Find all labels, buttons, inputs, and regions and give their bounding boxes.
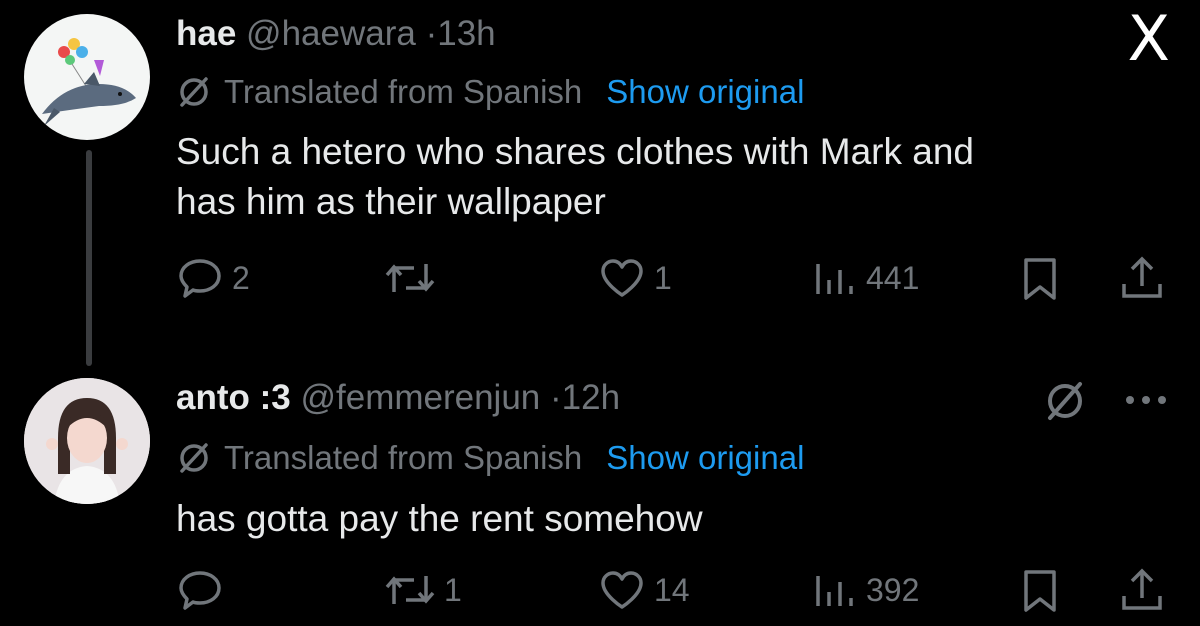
tweet-text: has gotta pay the rent somehow xyxy=(176,494,1156,544)
more-icon[interactable] xyxy=(1122,392,1172,413)
reply-icon xyxy=(178,256,224,300)
timestamp[interactable]: 12h xyxy=(562,378,620,417)
views-count: 392 xyxy=(866,571,920,608)
repost-icon xyxy=(384,256,436,300)
reply-button[interactable] xyxy=(178,568,232,612)
tweet-header: hae @haewara ·13h xyxy=(176,14,496,54)
display-name[interactable]: anto :3 xyxy=(176,378,291,417)
display-name[interactable]: hae xyxy=(176,14,236,53)
tweet-text-line: has gotta pay the rent somehow xyxy=(176,498,703,539)
translate-icon xyxy=(176,74,224,110)
timestamp[interactable]: 13h xyxy=(437,14,495,53)
separator-dot: · xyxy=(425,14,438,53)
views-button[interactable]: 441 xyxy=(812,256,919,300)
bookmark-button[interactable] xyxy=(1020,256,1060,302)
repost-icon xyxy=(384,568,436,612)
repost-button[interactable]: 1 xyxy=(384,568,462,612)
views-count: 441 xyxy=(866,259,920,296)
share-icon xyxy=(1118,566,1166,614)
reply-count: 2 xyxy=(232,259,250,296)
repost-count: 1 xyxy=(444,571,462,608)
avatar[interactable] xyxy=(24,378,150,504)
reply-icon xyxy=(178,568,224,612)
separator-dot: · xyxy=(550,378,562,417)
tweet-text-line: has him as their wallpaper xyxy=(176,181,606,222)
translated-label: Translated from Spanish xyxy=(224,73,583,110)
x-logo-icon[interactable]: X xyxy=(1128,8,1170,70)
views-icon xyxy=(812,568,858,612)
like-count: 14 xyxy=(654,571,690,608)
translated-label: Translated from Spanish xyxy=(224,439,583,476)
handle[interactable]: @femmerenjun xyxy=(300,378,540,417)
bookmark-icon xyxy=(1020,568,1060,614)
like-button[interactable]: 1 xyxy=(598,256,672,300)
tweet-text-line: Such a hetero who shares clothes with Ma… xyxy=(176,131,974,172)
like-button[interactable]: 14 xyxy=(598,568,690,612)
like-icon xyxy=(598,568,646,612)
avatar[interactable] xyxy=(24,14,150,140)
handle[interactable]: @haewara xyxy=(246,14,416,53)
share-button[interactable] xyxy=(1118,254,1166,302)
translate-toggle-icon[interactable] xyxy=(1042,378,1088,429)
share-icon xyxy=(1118,254,1166,302)
show-original-link[interactable]: Show original xyxy=(606,438,804,478)
bookmark-icon xyxy=(1020,256,1060,302)
bookmark-button[interactable] xyxy=(1020,568,1060,614)
like-count: 1 xyxy=(654,259,672,296)
share-button[interactable] xyxy=(1118,566,1166,614)
like-icon xyxy=(598,256,646,300)
views-icon xyxy=(812,256,858,300)
tweet-header: anto :3 @femmerenjun ·12h xyxy=(176,378,620,418)
translation-notice: Translated from Spanish Show original xyxy=(176,72,804,112)
show-original-link[interactable]: Show original xyxy=(606,72,804,112)
thread-connector xyxy=(86,150,92,366)
translate-icon xyxy=(176,440,224,476)
tweet-text: Such a hetero who shares clothes with Ma… xyxy=(176,127,1156,227)
reply-button[interactable]: 2 xyxy=(178,256,250,300)
repost-button[interactable] xyxy=(384,256,444,300)
translation-notice: Translated from Spanish Show original xyxy=(176,438,804,478)
views-button[interactable]: 392 xyxy=(812,568,919,612)
